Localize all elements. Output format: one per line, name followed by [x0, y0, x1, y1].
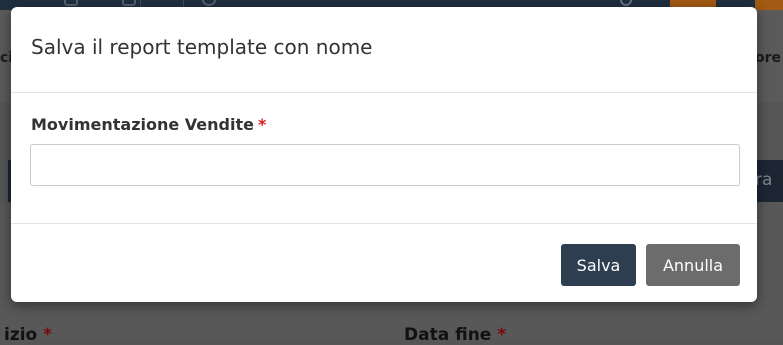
nav-item-right[interactable]: ore [755, 50, 781, 66]
grid-icon[interactable] [64, 0, 78, 6]
search-icon[interactable] [620, 0, 632, 6]
required-marker: * [257, 115, 267, 134]
dialog-header: Salva il report template con nome [11, 7, 757, 93]
save-template-dialog: Salva il report template con nome Movime… [11, 7, 757, 302]
start-date-label-text: izio [4, 325, 38, 345]
dialog-title: Salva il report template con nome [31, 35, 373, 59]
save-button[interactable]: Salva [561, 244, 636, 286]
template-name-label-text: Movimentazione Vendite [31, 115, 254, 134]
dialog-body: Movimentazione Vendite * [11, 93, 757, 224]
template-name-input[interactable] [30, 144, 740, 186]
cancel-button[interactable]: Annulla [646, 244, 740, 286]
user-menu-button[interactable] [755, 0, 783, 10]
dialog-footer: Salva Annulla [11, 224, 757, 302]
template-name-label: Movimentazione Vendite * [31, 115, 266, 134]
start-date-label: izio * [4, 325, 52, 345]
required-marker: * [43, 325, 53, 345]
user-icon[interactable] [202, 0, 216, 6]
required-marker: * [497, 325, 507, 345]
document-icon[interactable] [122, 0, 136, 6]
filter-button[interactable]: ra [755, 170, 772, 190]
end-date-label: Data fine * [404, 325, 506, 345]
end-date-label-text: Data fine [404, 325, 492, 345]
